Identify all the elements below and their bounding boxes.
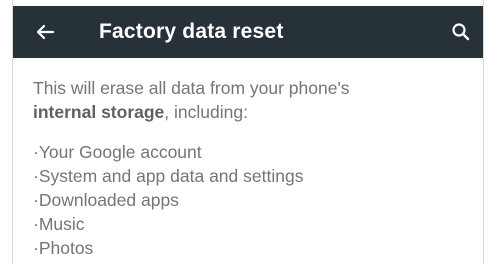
page-title: Factory data reset (99, 20, 284, 43)
app-bar: Factory data reset (13, 6, 483, 58)
reset-description: This will erase all data from your phone… (33, 76, 471, 260)
list-item-music: ·Music (33, 214, 85, 234)
list-item-photos: ·Photos (33, 238, 94, 258)
erase-items-list: ·Your Google account ·System and app dat… (33, 140, 471, 260)
back-button[interactable] (31, 18, 59, 46)
arrow-back-icon (36, 24, 55, 40)
screen: Factory data reset This will erase all d… (12, 0, 484, 264)
list-item-system-data: ·System and app data and settings (33, 166, 304, 186)
list-item-google-account: ·Your Google account (33, 142, 202, 162)
list-item-downloaded-apps: ·Downloaded apps (33, 190, 179, 210)
intro-text: This will erase all data from your phone… (33, 76, 471, 124)
internal-storage-label: internal storage (33, 102, 165, 122)
intro-text-start: This will erase all data from your phone… (33, 78, 350, 98)
search-icon (452, 23, 470, 41)
search-button[interactable] (447, 18, 475, 46)
intro-text-end: , including: (164, 102, 248, 122)
